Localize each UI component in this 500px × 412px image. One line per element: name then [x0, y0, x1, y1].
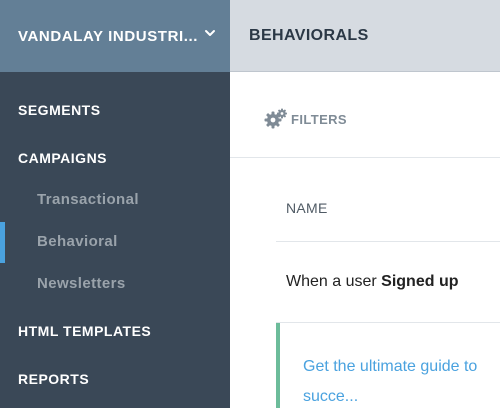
sidebar-item-campaigns[interactable]: CAMPAIGNS — [18, 150, 107, 166]
campaign-link[interactable]: Get the ultimate guide to succe... — [303, 352, 498, 412]
column-header-name[interactable]: NAME — [286, 200, 328, 216]
sidebar-item-reports[interactable]: REPORTS — [18, 371, 89, 387]
org-name: VANDALAY INDUSTRI... — [18, 28, 199, 45]
chevron-down-icon — [205, 30, 215, 36]
table-row[interactable]: When a user Signed up — [286, 273, 458, 291]
filters-label: FILTERS — [291, 111, 347, 127]
divider — [230, 157, 500, 158]
gears-icon — [264, 108, 287, 129]
page-title: BEHAVIORALS — [249, 27, 369, 44]
org-switcher[interactable]: VANDALAY INDUSTRI... — [0, 0, 230, 72]
sidebar-subitem-transactional[interactable]: Transactional — [37, 191, 139, 208]
sidebar-subitem-newsletters[interactable]: Newsletters — [37, 275, 126, 292]
sidebar-item-html-templates[interactable]: HTML TEMPLATES — [18, 323, 151, 339]
divider — [276, 241, 500, 242]
row-event: Signed up — [381, 273, 459, 290]
sidebar-item-segments[interactable]: SEGMENTS — [18, 102, 101, 118]
filters-button[interactable]: FILTERS — [264, 108, 347, 130]
sidebar-subitem-behavioral[interactable]: Behavioral — [37, 233, 118, 250]
page-header: BEHAVIORALS — [230, 0, 500, 72]
row-prefix: When a user — [286, 273, 382, 290]
sidebar: VANDALAY INDUSTRI... SEGMENTS CAMPAIGNS … — [0, 0, 230, 408]
active-indicator — [0, 222, 5, 263]
